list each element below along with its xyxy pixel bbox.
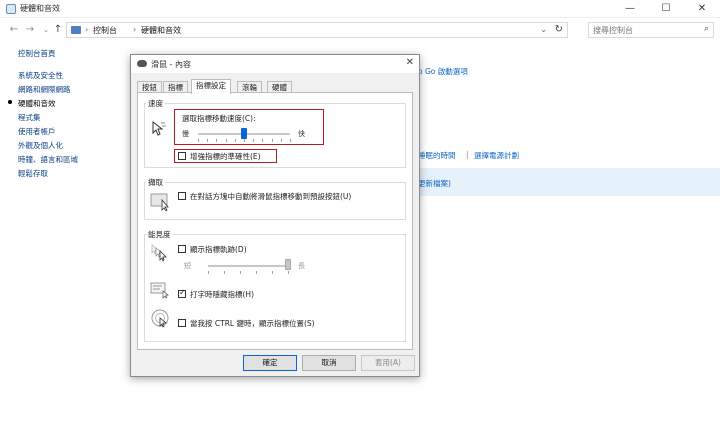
search-icon: ⌕ [703, 24, 709, 34]
slider-tick [207, 139, 209, 142]
slider-tick [272, 271, 273, 274]
slider-tick [244, 139, 245, 142]
slider-tick [280, 139, 282, 142]
slider-tick [240, 271, 241, 274]
control-panel-icon [6, 4, 16, 14]
enhance-precision-checkbox[interactable] [178, 152, 186, 160]
close-window-button[interactable]: ✕ [684, 0, 720, 18]
forward-arrow-icon[interactable]: → [24, 23, 36, 37]
search-box[interactable]: ⌕ [588, 22, 714, 38]
update-files-link[interactable]: 更新檔案) [418, 178, 451, 189]
trail-short-label: 短 [184, 262, 191, 270]
minimize-button[interactable]: — [612, 0, 648, 18]
breadcrumb-hardware-sound[interactable]: 硬體和音效 [141, 25, 181, 36]
pointer-trails-checkbox[interactable] [178, 245, 186, 253]
slider-tick [198, 139, 199, 142]
slider-tick [234, 139, 236, 142]
cancel-button[interactable]: 取消 [302, 355, 356, 371]
apply-button[interactable]: 套用(A) [361, 355, 415, 371]
snap-to-default-label: 在對話方塊中自動將滑鼠指標移動到預設按鈕(U) [190, 192, 352, 201]
trail-length-slider-thumb [285, 259, 291, 270]
current-item-bullet-icon [8, 100, 12, 104]
nav-network-internet[interactable]: 網路和網際網路 [18, 84, 71, 95]
snap-to-default-checkbox[interactable] [178, 192, 186, 200]
close-dialog-icon[interactable]: ✕ [406, 57, 414, 68]
speed-slider-thumb[interactable] [241, 128, 247, 139]
trail-long-label: 長 [298, 262, 305, 270]
slider-tick [271, 139, 273, 142]
refresh-icon[interactable]: ↻ [555, 24, 563, 35]
nav-control-panel-home[interactable]: 控制台首頁 [18, 48, 56, 59]
slider-tick [224, 271, 225, 274]
speed-label: 選取指標移動速度(C): [182, 114, 256, 123]
autoplay-link[interactable]: o Go 啟動選項 [418, 66, 468, 77]
power-plan-link[interactable]: 選擇電源計劃 [474, 150, 519, 161]
ok-button[interactable]: 確定 [243, 355, 297, 371]
mouse-icon [137, 60, 147, 67]
enhance-precision-label: 增強指標的準確性(E) [190, 152, 261, 161]
sleep-time-link[interactable]: 睡眠的時間 [418, 150, 456, 161]
pointer-trails-label: 顯示指標軌跡(D) [190, 245, 247, 254]
navigation-bar: ← → ⌄ ↑ › 控制台 › 硬體和音效 ⌄ ↻ ⌕ [0, 20, 720, 40]
nav-hardware-sound[interactable]: 硬體和音效 [8, 98, 56, 109]
speed-slow-label: 慢 [182, 130, 189, 138]
snap-to-group-label: 擷取 [146, 177, 165, 188]
nav-programs[interactable]: 程式集 [18, 112, 41, 123]
mouse-properties-dialog: 滑鼠 - 內容 ✕ 按鈕 指標 指標設定 滾輪 硬體 速度 選取指標移動速度(C… [130, 54, 420, 377]
breadcrumb-separator-icon: › [133, 25, 137, 34]
breadcrumb-separator-icon: › [85, 25, 89, 34]
visibility-group-label: 能見度 [146, 229, 173, 240]
slider-tick [253, 139, 255, 142]
show-location-ctrl-label: 當我按 CTRL 鍵時，顯示指標位置(S) [190, 319, 315, 328]
link-separator: | [466, 150, 469, 159]
dialog-title: 滑鼠 - 內容 [151, 60, 191, 69]
pointer-options-panel: 速度 選取指標移動速度(C): 慢 快 增強指標的準確性(E) 擷取 在對話方塊… [137, 92, 413, 350]
search-input[interactable] [593, 23, 693, 37]
show-location-ctrl-checkbox[interactable] [178, 319, 186, 327]
slider-tick [262, 139, 264, 142]
nav-hardware-sound-label: 硬體和音效 [18, 99, 56, 108]
up-arrow-icon[interactable]: ↑ [52, 23, 64, 37]
dialog-titlebar: 滑鼠 - 內容 ✕ [131, 55, 419, 73]
hide-pointer-icon [150, 282, 169, 299]
snap-to-icon [150, 193, 169, 211]
breadcrumb-control-panel[interactable]: 控制台 [93, 25, 117, 36]
show-location-icon [151, 309, 169, 328]
slider-tick [225, 139, 227, 142]
nav-user-accounts[interactable]: 使用者帳戶 [18, 126, 56, 137]
back-arrow-icon[interactable]: ← [8, 23, 20, 37]
motion-group-label: 速度 [146, 98, 165, 109]
slider-tick [216, 139, 218, 142]
maximize-button[interactable]: ☐ [648, 0, 684, 18]
recent-locations-chevron-icon[interactable]: ⌄ [40, 23, 52, 37]
nav-clock-language-region[interactable]: 時鐘、語言和區域 [18, 154, 78, 165]
hide-while-typing-label: 打字時隱藏指標(H) [190, 290, 254, 299]
nav-system-security[interactable]: 系統及安全性 [18, 70, 63, 81]
slider-tick [290, 139, 291, 142]
pointer-trails-icon [151, 244, 167, 262]
hover-highlight [415, 168, 720, 196]
nav-ease-of-access[interactable]: 輕鬆存取 [18, 168, 48, 179]
slider-tick [208, 271, 209, 274]
address-dropdown-icon[interactable]: ⌄ [540, 25, 547, 34]
address-bar[interactable]: › 控制台 › 硬體和音效 ⌄ ↻ [66, 22, 568, 38]
speed-fast-label: 快 [298, 130, 305, 138]
folder-icon [71, 26, 81, 34]
tab-pointer-options[interactable]: 指標設定 [191, 79, 231, 94]
window-titlebar: 硬體和音效 — ☐ ✕ [0, 0, 720, 18]
slider-tick [256, 271, 257, 274]
slider-tick [288, 271, 289, 274]
trail-length-slider-track [208, 265, 288, 267]
pointer-speed-icon [152, 120, 166, 136]
hide-while-typing-checkbox[interactable] [178, 288, 186, 298]
nav-appearance[interactable]: 外觀及個人化 [18, 140, 63, 151]
window-title: 硬體和音效 [20, 4, 60, 13]
